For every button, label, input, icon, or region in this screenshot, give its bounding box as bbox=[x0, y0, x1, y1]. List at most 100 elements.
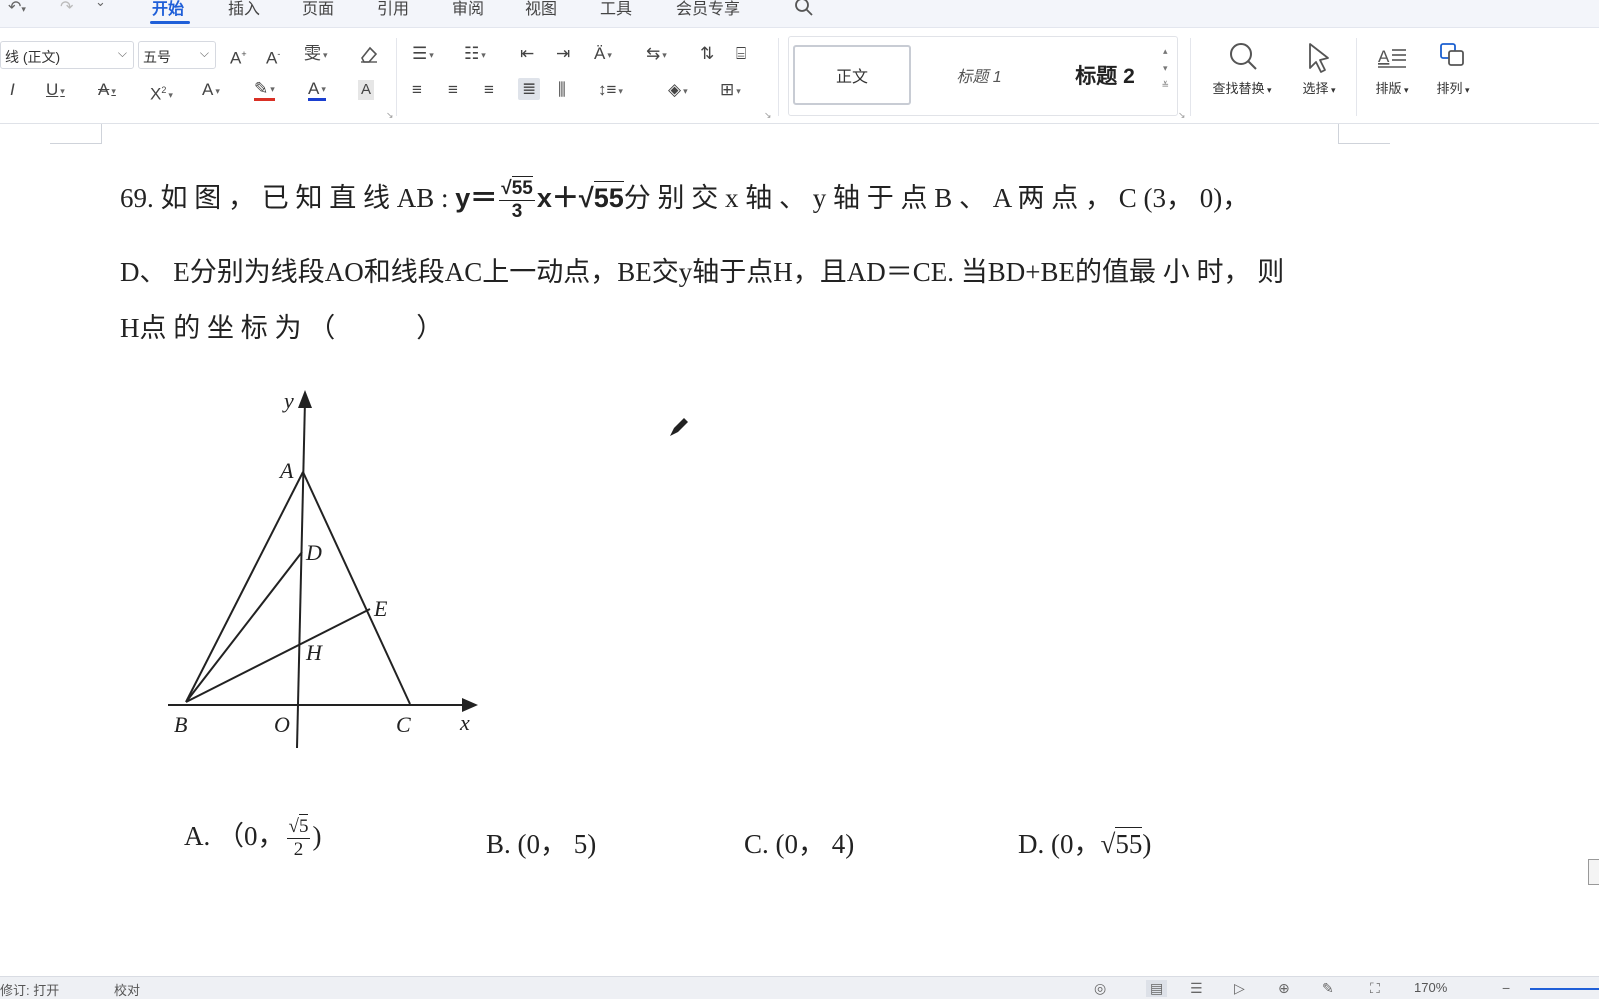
label-y: y bbox=[282, 388, 294, 413]
font-size-select[interactable]: 五号 ⌵ bbox=[138, 41, 216, 69]
gallery-expand-icon[interactable]: ≚ bbox=[1161, 77, 1169, 94]
status-bar: 修订: 打开 校对 ◎ ▤ ☰ ▷ ⊕ ✎ ⛶ 170% − bbox=[0, 976, 1599, 999]
layout-label: 排版 bbox=[1375, 81, 1402, 96]
track-changes-status[interactable]: 修订: 打开 bbox=[0, 980, 59, 999]
text-direction-icon[interactable]: Ä ▾ bbox=[594, 44, 612, 65]
decrease-indent-icon[interactable]: ⇤ bbox=[520, 44, 534, 64]
page-view-icon[interactable]: ▤ bbox=[1146, 980, 1168, 997]
bullet-list-icon[interactable]: ☰ ▾ bbox=[412, 44, 434, 65]
arrange-button[interactable]: 排列 ▾ bbox=[1428, 38, 1478, 97]
font-color-icon[interactable]: A ▾ bbox=[308, 80, 326, 102]
highlight-color-icon[interactable]: ✎ ▾ bbox=[254, 80, 275, 102]
choice-d: D. (0，√55) bbox=[1018, 827, 1152, 859]
style-normal[interactable]: 正文 bbox=[793, 45, 911, 105]
show-marks-icon[interactable]: ⌸ bbox=[736, 44, 746, 64]
dialog-launcher-icon[interactable]: ↘ bbox=[1178, 110, 1186, 121]
choice-a-numerator: 5 bbox=[298, 814, 309, 838]
tab-home[interactable]: 开始 bbox=[152, 0, 184, 19]
redo-icon[interactable]: ↷ bbox=[60, 0, 73, 17]
text-effect-icon[interactable]: A ▾ bbox=[202, 80, 220, 101]
shrink-font-icon[interactable]: A- bbox=[266, 44, 280, 69]
label-O: O bbox=[274, 712, 290, 737]
label-B: B bbox=[174, 712, 187, 737]
tab-references[interactable]: 引用 bbox=[377, 0, 409, 19]
chevron-up-icon[interactable]: ▴ bbox=[1161, 43, 1169, 60]
select-button[interactable]: 选择 ▾ bbox=[1292, 38, 1346, 97]
swap-icon[interactable]: ⇆ ▾ bbox=[646, 44, 667, 65]
gallery-scroll[interactable]: ▴ ▾ ≚ bbox=[1161, 43, 1169, 94]
tab-member[interactable]: 会员专享 bbox=[676, 0, 740, 19]
sort-icon[interactable]: ⇅ bbox=[700, 44, 714, 64]
arrange-label: 排列 bbox=[1436, 81, 1463, 96]
zoom-level[interactable]: 170% bbox=[1414, 980, 1447, 995]
chevron-down-icon[interactable]: ▾ bbox=[1161, 60, 1169, 77]
zoom-slider[interactable] bbox=[1530, 988, 1599, 990]
margin-corner-mark bbox=[1338, 124, 1390, 144]
active-tab-indicator bbox=[150, 21, 190, 24]
label-A: A bbox=[278, 458, 294, 483]
font-name-select[interactable]: 线 (正文) ⌵ bbox=[0, 41, 134, 69]
style-heading-1[interactable]: 标题 1 bbox=[919, 45, 1039, 105]
tab-review[interactable]: 审阅 bbox=[452, 0, 484, 19]
line-spacing-icon[interactable]: ↕≡ ▾ bbox=[598, 80, 623, 101]
align-left-icon[interactable]: ≡ bbox=[412, 80, 422, 100]
grow-font-icon[interactable]: A+ bbox=[230, 44, 247, 69]
borders-icon[interactable]: ⊞ ▾ bbox=[720, 80, 741, 101]
align-right-icon[interactable]: ≡ bbox=[484, 80, 494, 100]
tab-page[interactable]: 页面 bbox=[302, 0, 334, 19]
fraction-denominator: 3 bbox=[511, 201, 523, 223]
tab-tools[interactable]: 工具 bbox=[600, 0, 632, 19]
phonetic-guide-icon[interactable]: 雯 ▾ bbox=[304, 44, 328, 65]
outline-view-icon[interactable]: ☰ bbox=[1190, 980, 1203, 997]
dialog-launcher-icon[interactable]: ↘ bbox=[764, 110, 772, 121]
magnifier-icon bbox=[1230, 43, 1257, 70]
choice-a: A. （0， √5 2) bbox=[184, 814, 321, 861]
layout-button[interactable]: A 排版 ▾ bbox=[1368, 38, 1416, 97]
increase-indent-icon[interactable]: ⇥ bbox=[556, 44, 570, 64]
numbered-list-icon[interactable]: ☷ ▾ bbox=[464, 44, 486, 65]
quick-access-menu-icon[interactable]: ⌄ bbox=[95, 0, 106, 10]
fraction-numerator: 55 bbox=[511, 176, 533, 200]
style-heading-2[interactable]: 标题 2 bbox=[1045, 45, 1165, 105]
undo-icon[interactable]: ↶▾ bbox=[8, 0, 26, 17]
justify-icon[interactable]: ≣ bbox=[518, 78, 541, 100]
italic-icon[interactable]: I bbox=[10, 80, 15, 100]
segment-BE bbox=[185, 608, 371, 703]
underline-icon[interactable]: U ▾ bbox=[46, 80, 65, 101]
read-mode-icon[interactable]: ▷ bbox=[1234, 980, 1245, 997]
question-text: 69. 如 图 ， 已 知 直 线 AB : bbox=[120, 183, 456, 213]
shading-icon[interactable]: ◈ ▾ bbox=[668, 80, 688, 101]
equation-x-term: x＋ bbox=[536, 183, 579, 213]
side-panel-tab[interactable] bbox=[1588, 859, 1599, 885]
choice-a-close: ) bbox=[312, 821, 322, 851]
distributed-icon[interactable]: ⫼ bbox=[558, 80, 566, 100]
pen-mode-icon[interactable]: ✎ bbox=[1322, 980, 1334, 997]
tab-view[interactable]: 视图 bbox=[525, 0, 557, 19]
document-page[interactable]: 69. 如 图 ， 已 知 直 线 AB : y＝ √55 3 x＋√55分 别 交 … bbox=[0, 124, 1599, 976]
proofread-status[interactable]: 校对 bbox=[114, 980, 140, 999]
margin-corner-mark bbox=[50, 124, 102, 144]
label-E: E bbox=[373, 596, 388, 621]
strikethrough-icon[interactable]: A ▾ bbox=[98, 80, 116, 101]
superscript-icon[interactable]: X2▾ bbox=[150, 80, 173, 105]
fit-page-icon[interactable]: ⛶ bbox=[1370, 980, 1380, 997]
clear-format-icon[interactable] bbox=[358, 44, 380, 64]
label-x: x bbox=[459, 710, 470, 735]
zoom-out-icon[interactable]: − bbox=[1502, 980, 1510, 996]
choice-c: C. (0， 4) bbox=[744, 829, 855, 859]
find-replace-button[interactable]: 查找替换 ▾ bbox=[1204, 38, 1280, 97]
chevron-down-icon: ⌵ bbox=[199, 46, 209, 60]
home-ribbon: 线 (正文) ⌵ 五号 ⌵ A+ A- 雯 ▾ I U ▾ A ▾ X2▾ A ▾ ✎ ▾… bbox=[0, 28, 1599, 124]
dialog-launcher-icon[interactable]: ↘ bbox=[386, 110, 394, 121]
choice-b: B. (0， 5) bbox=[486, 829, 597, 859]
focus-mode-icon[interactable]: ◎ bbox=[1094, 980, 1106, 997]
tab-insert[interactable]: 插入 bbox=[228, 0, 260, 19]
char-shading-icon[interactable]: A bbox=[358, 80, 375, 100]
search-icon[interactable] bbox=[792, 0, 816, 19]
web-view-icon[interactable]: ⊕ bbox=[1278, 980, 1290, 997]
question-line-2: D、 E分别为线段AO和线段AC上一动点，BE交y轴于点H，且AD＝CE. 当B… bbox=[120, 257, 1285, 287]
arrange-icon bbox=[1440, 43, 1464, 66]
align-center-icon[interactable]: ≡ bbox=[448, 80, 458, 100]
question-text: 分 别 交 x 轴 、 y 轴 于 点 B 、 A 两 点 ， C (3， 0)… bbox=[623, 183, 1250, 213]
question-line-3: H点 的 坐 标 为 （ ） bbox=[120, 313, 444, 343]
